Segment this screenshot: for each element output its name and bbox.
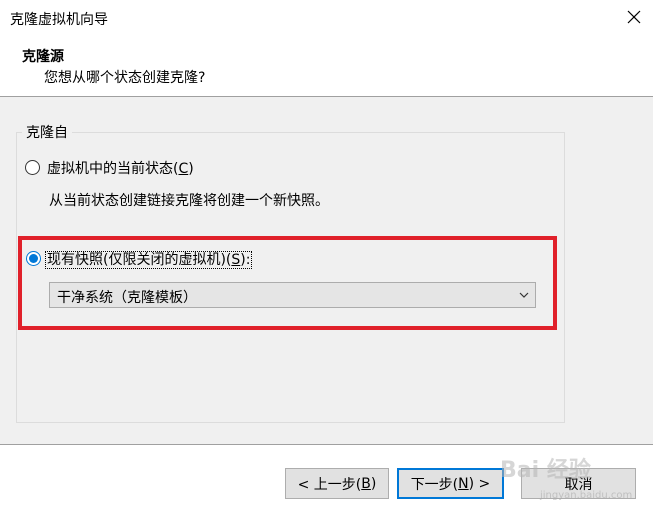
group-label: 克隆自: [22, 122, 72, 142]
close-icon[interactable]: [627, 10, 641, 24]
watermark: Bai 经验: [500, 458, 591, 483]
current-state-description: 从当前状态创建链接克隆将创建一个新快照。: [49, 193, 329, 209]
window-title: 克隆虚拟机向导: [10, 12, 108, 28]
page-title: 克隆源: [22, 49, 64, 65]
back-button[interactable]: < 上一步(B): [285, 468, 389, 499]
next-button[interactable]: 下一步(N) >: [397, 468, 504, 499]
close-button[interactable]: [618, 2, 650, 32]
radio-current-state[interactable]: [25, 160, 40, 175]
highlight-annotation: [18, 236, 557, 330]
watermark-url: jingyan.baidu.com: [540, 490, 633, 501]
radio-current-state-label[interactable]: 虚拟机中的当前状态(C): [47, 158, 194, 178]
page-subtitle: 您想从哪个状态创建克隆?: [44, 70, 206, 86]
footer-divider: [0, 444, 653, 445]
